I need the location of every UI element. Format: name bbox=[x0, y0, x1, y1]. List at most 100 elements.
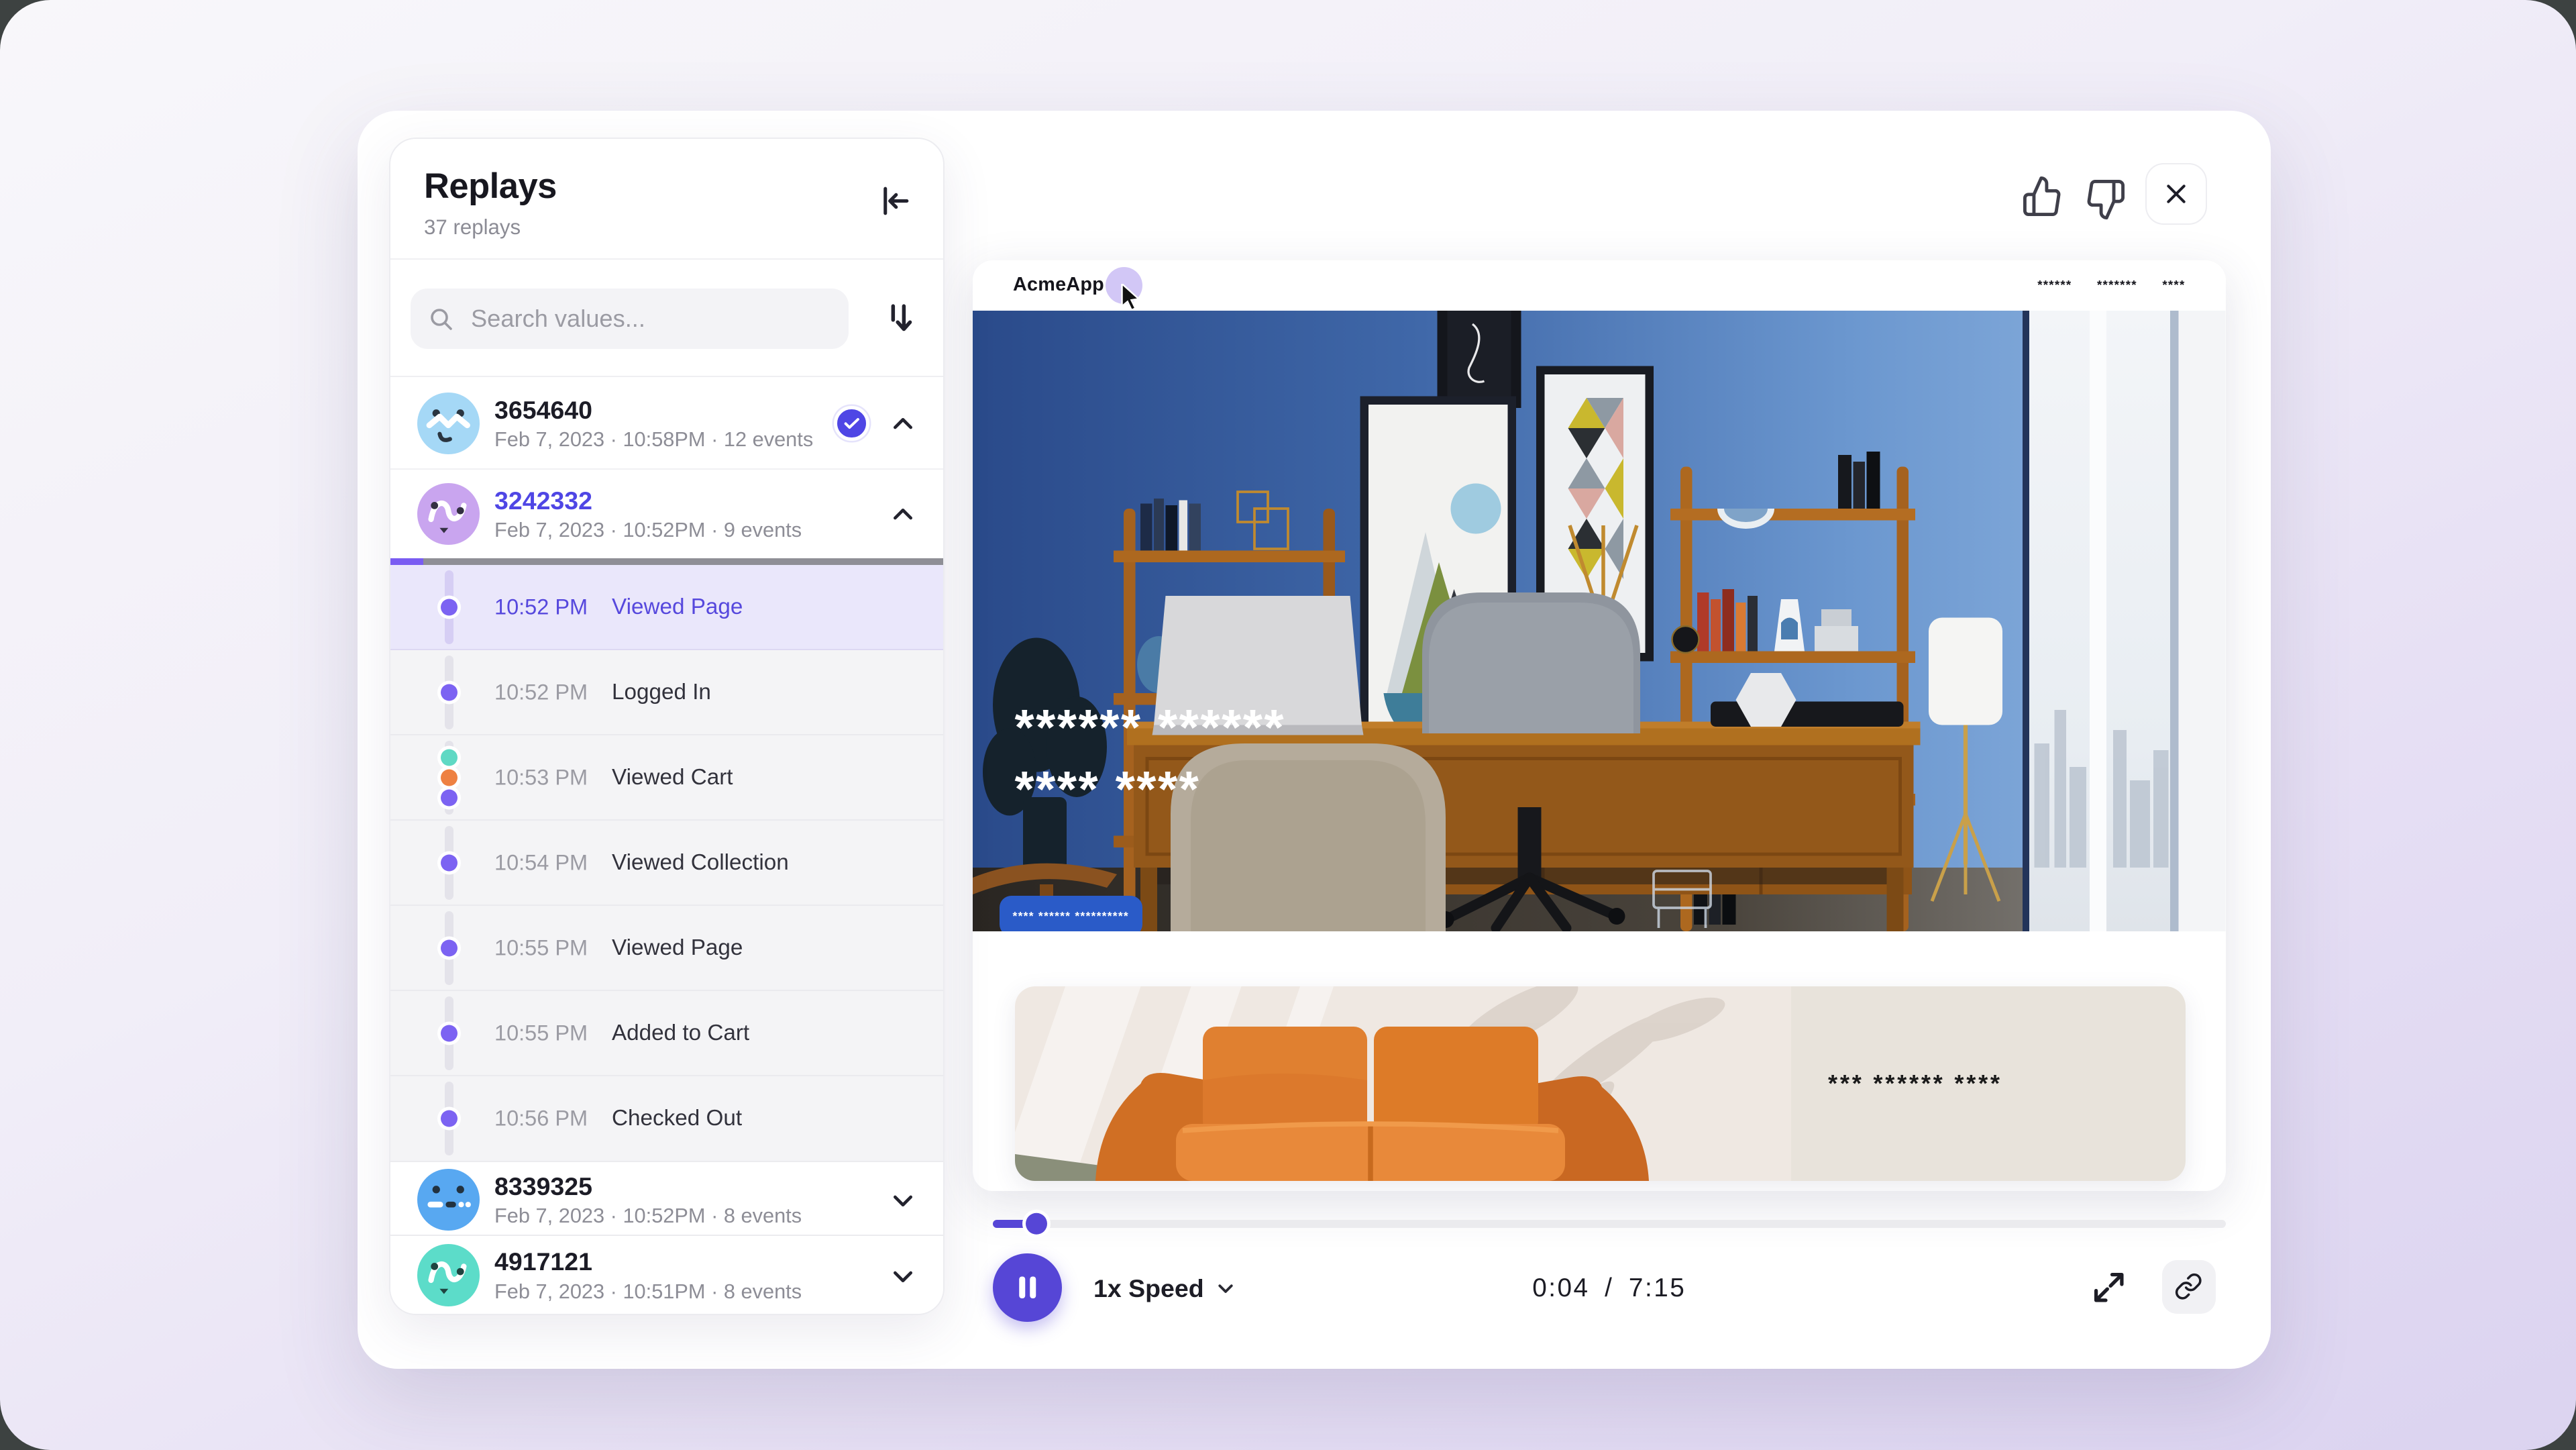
chevron-down-icon bbox=[890, 1187, 916, 1214]
product-card[interactable]: *** ****** **** bbox=[1015, 986, 2186, 1181]
event-dot-group bbox=[441, 939, 458, 956]
event-row[interactable]: 10:52 PM Logged In bbox=[390, 650, 943, 735]
collapse-sidebar-button[interactable] bbox=[876, 183, 913, 219]
collapse-session-button[interactable] bbox=[890, 411, 916, 437]
thumbs-up-button[interactable] bbox=[2021, 174, 2065, 218]
event-dot bbox=[441, 789, 458, 806]
close-button[interactable] bbox=[2145, 163, 2208, 225]
event-dot-group bbox=[441, 1025, 458, 1041]
session-meta: Feb 7, 2023 · 10:51PM · 8 events bbox=[494, 1280, 802, 1304]
avatar bbox=[417, 393, 480, 455]
playback-progress-bar[interactable] bbox=[993, 1220, 2226, 1229]
event-time: 10:55 PM bbox=[494, 1021, 588, 1045]
event-timeline: 10:52 PM Viewed Page 10:52 PM Logged In … bbox=[390, 565, 943, 1161]
hero-cta-button[interactable]: **** ****** ********** bbox=[1000, 896, 1142, 931]
event-dot bbox=[441, 769, 458, 786]
event-dot bbox=[441, 939, 458, 956]
event-time: 10:55 PM bbox=[494, 935, 588, 960]
event-dot bbox=[441, 1025, 458, 1041]
thumbs-down-button[interactable] bbox=[2083, 178, 2127, 221]
event-label: Logged In bbox=[612, 680, 711, 705]
event-label: Viewed Cart bbox=[612, 765, 733, 790]
screen: AcmeApp ****** ******* **** bbox=[0, 0, 2576, 1450]
session-id: 3654640 bbox=[494, 396, 592, 425]
sofa-photo bbox=[1015, 986, 1792, 1181]
event-time: 10:56 PM bbox=[494, 1106, 588, 1131]
thumbs-up-icon bbox=[2021, 174, 2065, 218]
nav-masked-item[interactable]: ******* bbox=[2097, 278, 2137, 293]
player-controls: 1x Speed 0:04 / 7:15 bbox=[993, 1251, 2226, 1325]
event-row[interactable]: 10:55 PM Added to Cart bbox=[390, 991, 943, 1076]
hero-masked-line1: ****** ****** bbox=[1015, 699, 1286, 756]
session-load-progress-fill bbox=[390, 558, 423, 565]
session-id: 3242332 bbox=[494, 486, 592, 515]
event-dot bbox=[441, 599, 458, 615]
session-id: 4917121 bbox=[494, 1247, 592, 1276]
event-dot-group bbox=[441, 749, 458, 806]
progress-knob[interactable] bbox=[1026, 1213, 1048, 1235]
event-label: Viewed Page bbox=[612, 935, 743, 961]
event-row[interactable]: 10:55 PM Viewed Page bbox=[390, 906, 943, 991]
time-current: 0:04 bbox=[1532, 1274, 1589, 1303]
sidebar-header: Replays 37 replays bbox=[390, 139, 943, 260]
mouse-cursor-icon bbox=[1120, 284, 1142, 311]
hero-masked-heading: ****** ********** **** bbox=[1015, 696, 1286, 821]
event-label: Added to Cart bbox=[612, 1021, 749, 1046]
search-input[interactable] bbox=[468, 303, 832, 334]
sort-button[interactable] bbox=[881, 300, 918, 337]
event-dot-group bbox=[441, 1110, 458, 1127]
check-badge-icon bbox=[834, 406, 869, 442]
event-dot-group bbox=[441, 599, 458, 615]
session-row[interactable]: 4917121 Feb 7, 2023 · 10:51PM · 8 events bbox=[390, 1235, 943, 1316]
session-meta: Feb 7, 2023 · 10:52PM · 8 events bbox=[494, 1204, 802, 1228]
event-row[interactable]: 10:56 PM Checked Out bbox=[390, 1076, 943, 1160]
chevron-down-icon bbox=[890, 1263, 916, 1290]
event-time: 10:54 PM bbox=[494, 850, 588, 875]
session-id: 8339325 bbox=[494, 1172, 592, 1201]
nav-masked-item[interactable]: **** bbox=[2162, 278, 2185, 293]
session-row[interactable]: 3654640 Feb 7, 2023 · 10:58PM · 12 event… bbox=[390, 377, 943, 470]
sort-descending-icon bbox=[881, 300, 918, 337]
event-row[interactable]: 10:52 PM Viewed Page bbox=[390, 565, 943, 650]
session-meta: Feb 7, 2023 · 10:52PM · 9 events bbox=[494, 518, 802, 542]
time-total: 7:15 bbox=[1629, 1274, 1686, 1303]
expand-session-button[interactable] bbox=[890, 1263, 916, 1290]
hero-masked-line2: **** **** bbox=[1015, 761, 1201, 817]
search-box[interactable] bbox=[411, 289, 849, 349]
time-separator: / bbox=[1605, 1274, 1613, 1303]
event-dot-group bbox=[441, 684, 458, 701]
avatar bbox=[417, 1169, 480, 1231]
copy-link-button[interactable] bbox=[2162, 1260, 2216, 1314]
expand-session-button[interactable] bbox=[890, 1187, 916, 1214]
chevron-up-icon bbox=[890, 411, 916, 437]
event-label: Viewed Page bbox=[612, 594, 743, 620]
event-dot bbox=[441, 684, 458, 701]
avatar bbox=[417, 1244, 480, 1306]
fullscreen-button[interactable] bbox=[2090, 1268, 2129, 1307]
replays-sidebar: Replays 37 replays 3654640 Feb 7, 2023 ·… bbox=[389, 138, 945, 1315]
office-photo bbox=[973, 311, 2226, 931]
nav-masked-item[interactable]: ****** bbox=[2037, 278, 2072, 293]
chevron-up-icon bbox=[890, 501, 916, 528]
link-icon bbox=[2174, 1272, 2203, 1301]
expand-icon bbox=[2090, 1268, 2129, 1307]
event-row[interactable]: 10:54 PM Viewed Collection bbox=[390, 821, 943, 906]
search-icon bbox=[427, 305, 454, 332]
event-dot bbox=[441, 749, 458, 766]
page-title: Replays bbox=[424, 166, 910, 207]
session-row[interactable]: 8339325 Feb 7, 2023 · 10:52PM · 8 events bbox=[390, 1161, 943, 1235]
recorded-site-header: AcmeApp ****** ******* **** bbox=[973, 260, 2226, 311]
event-time: 10:52 PM bbox=[494, 680, 588, 705]
avatar bbox=[417, 483, 480, 546]
session-meta: Feb 7, 2023 · 10:58PM · 12 events bbox=[494, 427, 813, 452]
desktop-background: AcmeApp ****** ******* **** bbox=[0, 0, 2576, 1450]
product-card-masked-text: *** ****** **** bbox=[1791, 986, 2186, 1181]
event-dot bbox=[441, 1110, 458, 1127]
collapse-left-icon bbox=[876, 183, 913, 219]
session-row-active[interactable]: 3242332 Feb 7, 2023 · 10:52PM · 9 events bbox=[390, 470, 943, 559]
event-time: 10:53 PM bbox=[494, 765, 588, 790]
search-row bbox=[390, 260, 943, 377]
recorded-hero-section: ****** ********** **** **** ****** *****… bbox=[973, 311, 2226, 931]
event-row[interactable]: 10:53 PM Viewed Cart bbox=[390, 735, 943, 821]
collapse-session-button[interactable] bbox=[890, 501, 916, 528]
